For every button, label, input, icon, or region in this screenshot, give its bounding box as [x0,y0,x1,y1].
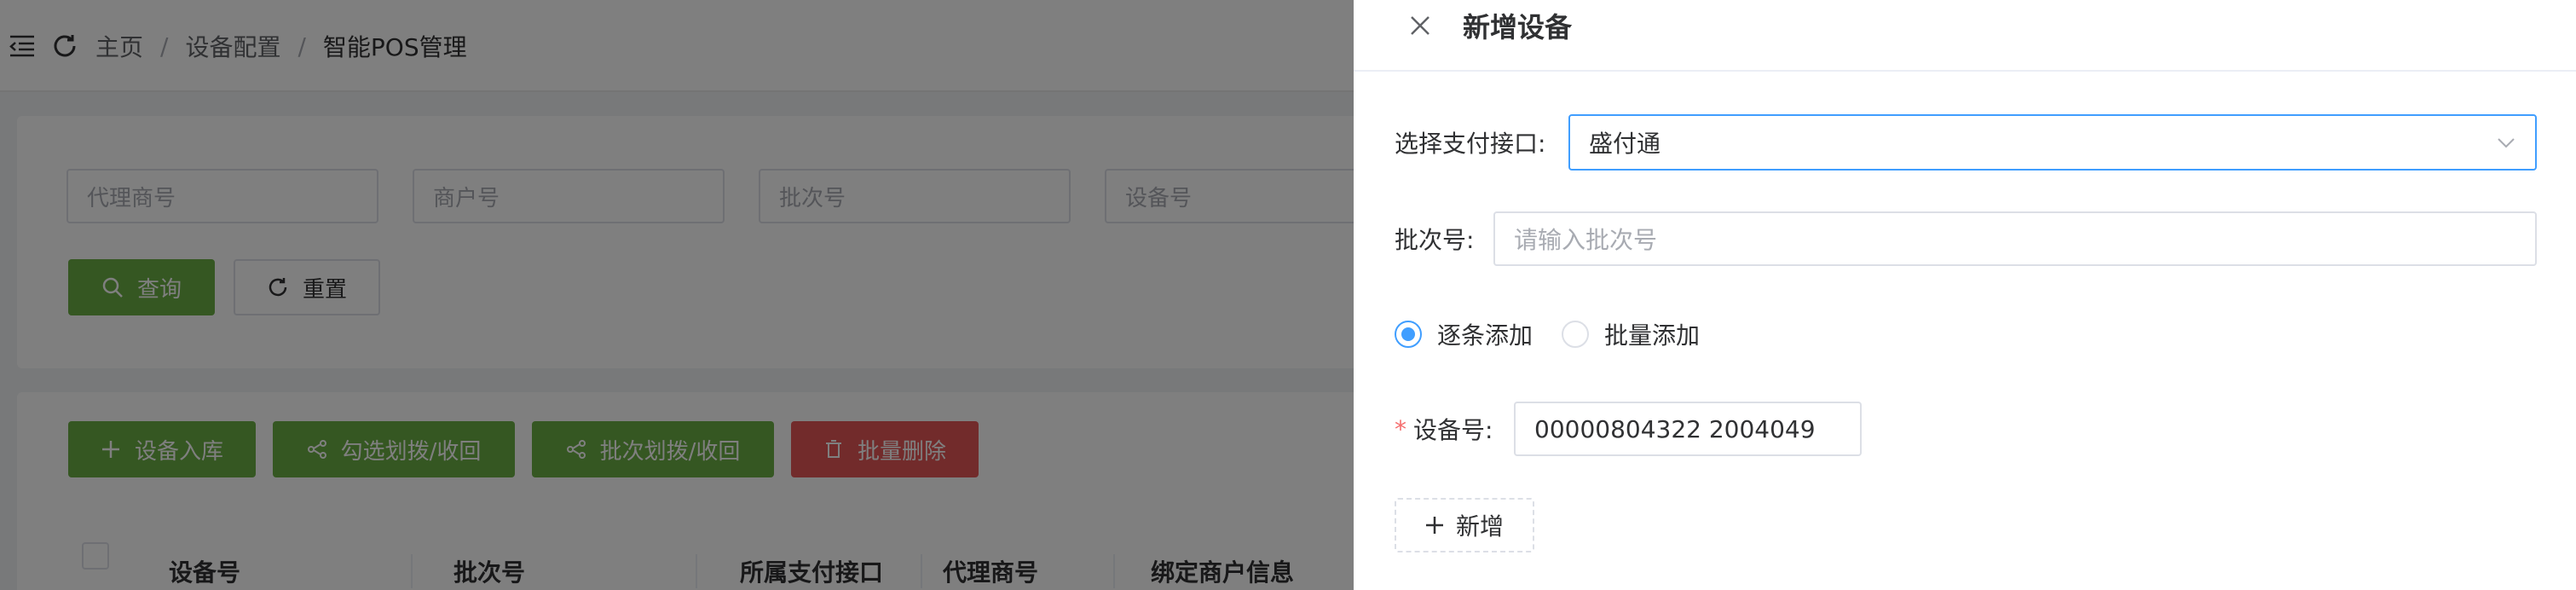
radio-single-add[interactable]: 逐条添加 [1395,317,1533,351]
device-no-label-text: 设备号: [1413,416,1493,444]
payment-interface-value: 盛付通 [1589,130,1661,158]
batch-no-field[interactable]: 请输入批次号 [1493,211,2537,266]
drawer-overlay[interactable] [0,0,1354,590]
add-mode-radio-group: 逐条添加 批量添加 [1395,315,1729,353]
radio-unchecked-icon [1562,321,1590,348]
radio-batch-add-label: 批量添加 [1604,321,1701,350]
payment-interface-label: 选择支付接口: [1395,130,1546,158]
chevron-down-icon [2492,130,2520,157]
drawer-header: 新增设备 [1354,0,2576,72]
add-device-drawer: 新增设备 选择支付接口: 盛付通 批次号: 请输入批次号 逐条添加 批量添加 *… [1354,0,2576,590]
device-no-field[interactable]: 00000804322 2004049 [1514,402,1862,456]
batch-no-label: 批次号: [1395,226,1475,254]
radio-single-add-label: 逐条添加 [1437,321,1533,350]
add-row-label: 新增 [1455,512,1504,541]
close-icon[interactable] [1403,9,1437,43]
plus-icon [1425,517,1443,534]
radio-batch-add[interactable]: 批量添加 [1562,317,1700,351]
device-no-label: * 设备号: [1395,402,1493,456]
drawer-title: 新增设备 [1463,11,1573,43]
required-asterisk: * [1395,414,1406,443]
payment-interface-select[interactable]: 盛付通 [1568,114,2537,171]
radio-checked-icon [1395,321,1422,348]
add-row-button[interactable]: 新增 [1395,498,1534,552]
